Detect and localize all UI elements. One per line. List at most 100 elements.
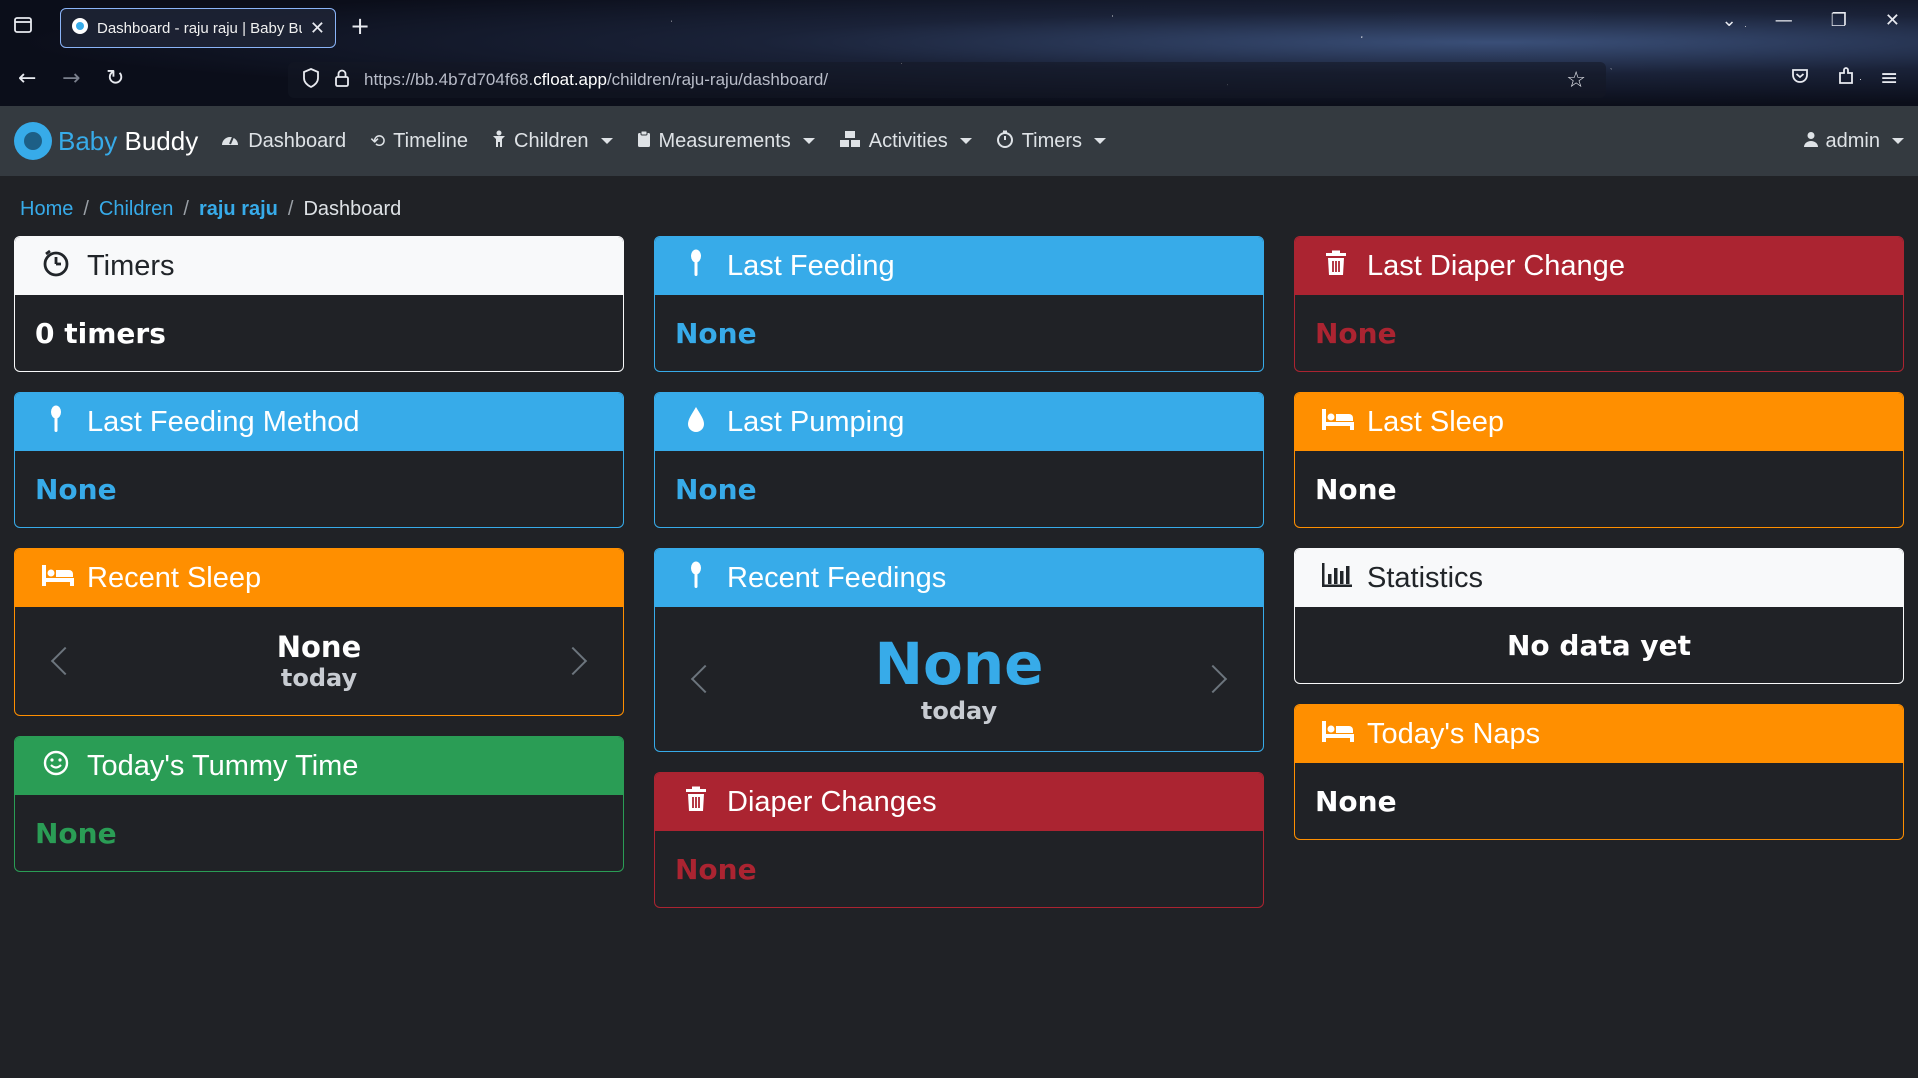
card-timers[interactable]: Timers 0 timers (14, 236, 624, 372)
card-statistics-title: Statistics (1367, 561, 1484, 594)
dashboard-icon (220, 131, 240, 152)
clipboard-icon (637, 130, 651, 153)
card-last-sleep[interactable]: Last Sleep None (1294, 392, 1904, 528)
carousel-prev-icon[interactable] (690, 664, 720, 694)
card-tummy-time[interactable]: Today's Tummy Time None (14, 736, 624, 872)
card-last-feeding-method[interactable]: Last Feeding Method None (14, 392, 624, 528)
app-navbar: Baby Buddy Dashboard ⟲ Timeline Children… (0, 106, 1918, 176)
card-timers-header[interactable]: Timers (15, 237, 623, 295)
breadcrumb: Home / Children / raju raju / Dashboard (0, 176, 1918, 242)
card-last-sleep-header[interactable]: Last Sleep (1295, 393, 1903, 451)
nav-timeline-label: Timeline (393, 129, 469, 152)
tab-bar: Dashboard - raju raju | Baby Buddy ✕ + ⌄… (0, 0, 1918, 54)
nav-children[interactable]: Children (492, 130, 613, 153)
user-icon (1803, 131, 1818, 152)
carousel-next-icon[interactable] (558, 646, 588, 676)
breadcrumb-separator: / (83, 197, 89, 220)
card-last-feeding-method-header[interactable]: Last Feeding Method (15, 393, 623, 451)
restore-icon[interactable]: ❐ (1831, 10, 1847, 31)
card-last-feeding-title: Last Feeding (727, 249, 895, 282)
browser-tab[interactable]: Dashboard - raju raju | Baby Buddy ✕ (60, 8, 336, 48)
breadcrumb-home[interactable]: Home (20, 198, 73, 221)
tab-list-icon[interactable] (12, 14, 36, 38)
spoon-icon (41, 405, 71, 440)
minimize-icon[interactable]: — (1775, 10, 1793, 31)
nav-activities[interactable]: Activities (839, 130, 972, 153)
forward-icon[interactable]: → (62, 66, 80, 91)
extensions-icon[interactable] (1836, 66, 1856, 92)
bar-chart-icon (1321, 562, 1352, 595)
breadcrumb-children[interactable]: Children (99, 198, 173, 221)
card-tummy-time-header[interactable]: Today's Tummy Time (15, 737, 623, 795)
measurements-caret-icon (802, 138, 815, 144)
card-diaper-changes-title: Diaper Changes (727, 785, 937, 818)
close-window-icon[interactable]: ✕ (1885, 10, 1900, 31)
menu-icon[interactable]: ≡ (1880, 66, 1898, 91)
timer-icon (996, 130, 1014, 153)
back-icon[interactable]: ← (18, 66, 36, 91)
card-recent-sleep[interactable]: Recent Sleep None today (14, 548, 624, 716)
card-diaper-changes-header[interactable]: Diaper Changes (655, 773, 1263, 831)
breadcrumb-child[interactable]: raju raju (199, 198, 278, 221)
nav-dashboard-label: Dashboard (248, 129, 347, 152)
card-last-feeding-method-title: Last Feeding Method (87, 405, 360, 438)
recent-feedings-period: today (920, 696, 998, 725)
bed-icon (1321, 407, 1354, 438)
url-bar[interactable]: https://bb.4b7d704f68.cfloat.app/childre… (288, 62, 1606, 98)
brand-link[interactable]: Baby Buddy (14, 122, 198, 160)
card-last-sleep-value: None (1315, 472, 1397, 506)
dashboard-column-2: Last Feeding None Last Pumping None Rece… (654, 236, 1264, 908)
reload-icon[interactable]: ↻ (106, 66, 124, 91)
timers-caret-icon (1094, 138, 1107, 144)
card-diaper-changes[interactable]: Diaper Changes None (654, 772, 1264, 908)
window-controls: ⌄ — ❐ ✕ (1722, 10, 1918, 31)
spoon-icon (681, 561, 711, 596)
tab-favicon-icon (71, 17, 89, 39)
spoon-icon (681, 249, 711, 284)
lock-icon[interactable] (334, 68, 350, 92)
carousel-next-icon[interactable] (1198, 664, 1228, 694)
card-recent-feedings[interactable]: Recent Feedings None today (654, 548, 1264, 752)
shield-icon[interactable] (302, 68, 320, 92)
card-tummy-time-title: Today's Tummy Time (87, 749, 359, 782)
nav-timers[interactable]: Timers (996, 129, 1107, 153)
card-last-diaper-change-header[interactable]: Last Diaper Change (1295, 237, 1903, 295)
nav-measurements-label: Measurements (658, 129, 791, 152)
tab-close-icon[interactable]: ✕ (310, 18, 325, 39)
tab-overflow-icon[interactable]: ⌄ (1722, 10, 1737, 31)
card-last-pumping[interactable]: Last Pumping None (654, 392, 1264, 528)
card-last-feeding-header[interactable]: Last Feeding (655, 237, 1263, 295)
card-last-pumping-header[interactable]: Last Pumping (655, 393, 1263, 451)
activities-caret-icon (959, 138, 972, 144)
breadcrumb-separator: / (183, 197, 189, 220)
dashboard-column-3: Last Diaper Change None Last Sleep None … (1294, 236, 1904, 908)
card-recent-sleep-header[interactable]: Recent Sleep (15, 549, 623, 607)
nav-timeline[interactable]: ⟲ Timeline (370, 130, 468, 153)
trash-icon (1321, 250, 1351, 283)
pocket-icon[interactable] (1790, 66, 1810, 92)
bookmark-star-icon[interactable]: ☆ (1566, 68, 1586, 93)
breadcrumb-separator: / (287, 197, 294, 220)
nav-timers-label: Timers (1021, 129, 1083, 152)
url-text[interactable]: https://bb.4b7d704f68.cfloat.app/childre… (364, 70, 828, 90)
tab-title: Dashboard - raju raju | Baby Buddy (97, 19, 302, 37)
card-recent-feedings-header[interactable]: Recent Feedings (655, 549, 1263, 607)
history-icon: ⟲ (370, 130, 386, 151)
card-todays-naps[interactable]: Today's Naps None (1294, 704, 1904, 840)
card-last-feeding[interactable]: Last Feeding None (654, 236, 1264, 372)
droplet-icon (681, 405, 711, 440)
card-todays-naps-header[interactable]: Today's Naps (1295, 705, 1903, 763)
brand-second: Buddy (124, 125, 199, 156)
nav-dashboard[interactable]: Dashboard (220, 130, 346, 153)
dashboard-column-1: Timers 0 timers Last Feeding Method None… (14, 236, 624, 908)
card-statistics[interactable]: Statistics No data yet (1294, 548, 1904, 684)
browser-chrome: Dashboard - raju raju | Baby Buddy ✕ + ⌄… (0, 0, 1918, 106)
new-tab-icon[interactable]: + (350, 12, 370, 40)
card-last-diaper-change[interactable]: Last Diaper Change None (1294, 236, 1904, 372)
card-statistics-header[interactable]: Statistics (1295, 549, 1903, 607)
nav-measurements[interactable]: Measurements (637, 130, 815, 153)
smile-icon (41, 750, 71, 783)
nav-user-menu[interactable]: admin (1803, 130, 1904, 153)
carousel-prev-icon[interactable] (50, 646, 80, 676)
card-tummy-time-value: None (35, 816, 117, 850)
